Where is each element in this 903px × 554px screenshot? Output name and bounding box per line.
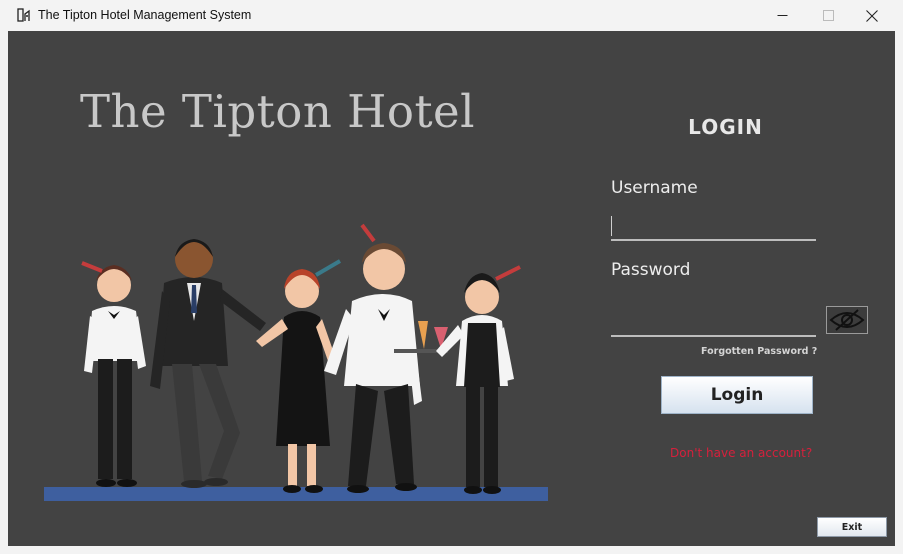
maximize-icon xyxy=(822,10,834,21)
hotel-name-title: The Tipton Hotel xyxy=(80,85,476,138)
eye-slash-icon xyxy=(829,309,865,331)
username-label: Username xyxy=(611,178,698,198)
close-button[interactable] xyxy=(849,0,895,31)
password-label: Password xyxy=(611,260,691,280)
hotel-app-icon xyxy=(17,8,30,22)
login-panel: The Tipton Hotel LOGIN Username Password… xyxy=(8,31,895,546)
hotel-staff-illustration xyxy=(44,223,548,501)
waiter-figure xyxy=(324,223,448,493)
login-heading: LOGIN xyxy=(688,115,763,139)
forgot-password-link[interactable]: Forgotten Password ? xyxy=(701,346,817,357)
close-icon xyxy=(866,9,878,22)
app-window: The Tipton Hotel Management System The T… xyxy=(0,0,903,554)
username-input[interactable] xyxy=(611,215,816,241)
title-bar[interactable]: The Tipton Hotel Management System xyxy=(8,0,895,31)
text-caret xyxy=(611,216,612,236)
waitress-figure-1 xyxy=(81,261,146,487)
window-title: The Tipton Hotel Management System xyxy=(38,8,252,22)
minimize-button[interactable] xyxy=(759,0,805,31)
minimize-icon xyxy=(777,15,787,16)
signup-link[interactable]: Don't have an account? xyxy=(670,446,812,460)
woman-dress-figure xyxy=(256,259,342,493)
login-button[interactable]: Login xyxy=(661,376,813,414)
suit-man-figure xyxy=(150,239,266,488)
maximize-button[interactable] xyxy=(805,0,851,31)
exit-button[interactable]: Exit xyxy=(817,517,887,537)
toggle-password-visibility-button[interactable] xyxy=(826,306,868,334)
waitress-figure-2 xyxy=(436,265,521,494)
password-input[interactable] xyxy=(611,311,816,337)
